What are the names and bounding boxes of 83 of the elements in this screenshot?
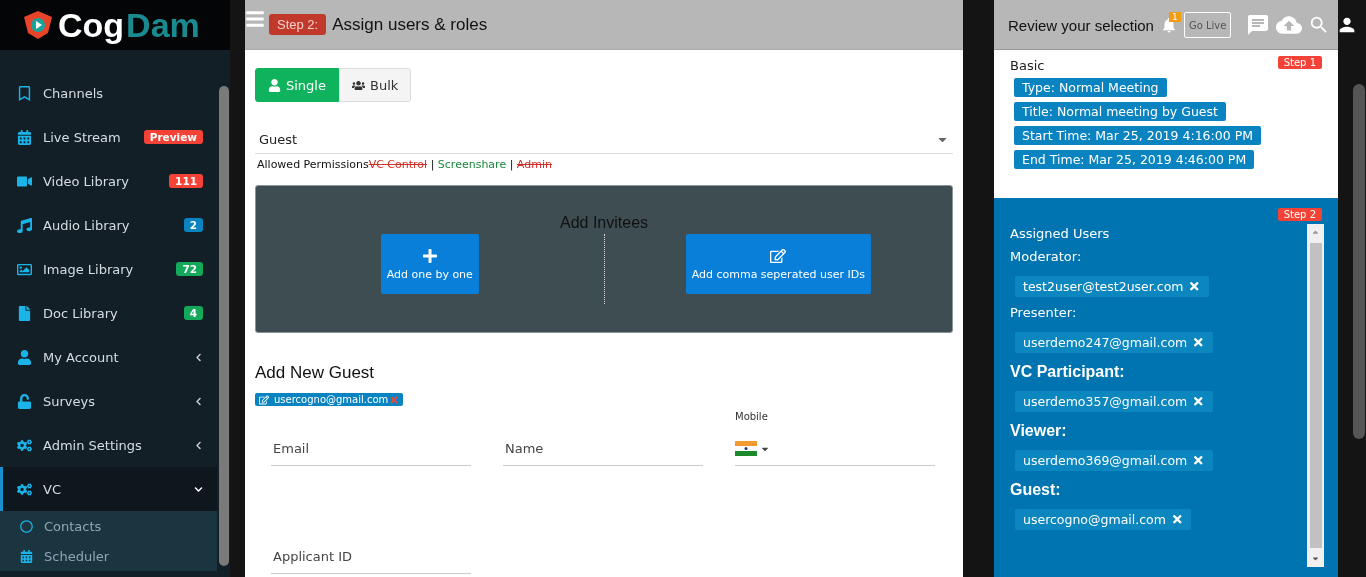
role-label: Guest: <box>1010 481 1062 499</box>
form-title: Add New Guest <box>255 363 376 383</box>
submenu-item[interactable]: Scheduler <box>0 541 217 571</box>
count-badge: 4 <box>183 306 203 320</box>
notification-badge: 1 <box>1168 12 1181 22</box>
scrollbar[interactable] <box>1307 224 1324 567</box>
logo: CogDam <box>20 5 200 45</box>
go-live-button[interactable]: Go Live <box>1183 12 1232 38</box>
count-badge: 2 <box>183 218 203 232</box>
summary-tag: Title: Normal meeting by Guest <box>1014 102 1226 121</box>
chevron-down-icon <box>194 484 203 494</box>
submenu-item[interactable]: Contacts <box>0 511 217 541</box>
calendar-icon <box>17 129 32 145</box>
step-badge: Step 1 <box>1277 56 1322 69</box>
scroll-up-icon[interactable] <box>1311 228 1320 237</box>
role-label: VC Participant: <box>1010 363 1126 381</box>
sidebar-item[interactable]: Audio Library 2 <box>0 203 217 247</box>
chevron-left-icon <box>194 440 203 450</box>
remove-icon[interactable] <box>1192 395 1205 408</box>
section-title: Basic <box>1010 58 1045 73</box>
section-title: Assigned Users <box>1010 226 1110 241</box>
search-icon[interactable] <box>1308 14 1330 36</box>
step-badge: Step 2 <box>1277 208 1322 221</box>
count-badge: 111 <box>169 174 203 188</box>
menu-icon[interactable] <box>245 8 265 29</box>
chat-icon[interactable] <box>1246 13 1270 37</box>
user-chip[interactable]: userdemo247@gmail.com <box>1015 332 1213 353</box>
unlock-icon <box>17 393 32 409</box>
edit-icon <box>770 247 787 264</box>
remove-icon[interactable] <box>1192 454 1205 467</box>
user-chip[interactable]: test2user@test2user.com <box>1015 276 1209 297</box>
review-title: Review your selection <box>1008 16 1154 34</box>
dialog-title: Assign users & roles <box>332 14 488 35</box>
calendar-icon <box>20 549 33 563</box>
role-label: Moderator: <box>1010 249 1083 264</box>
summary-tag: Start Time: Mar 25, 2019 4:16:00 PM <box>1014 126 1261 145</box>
sidebar-item[interactable]: Video Library 111 <box>0 159 217 203</box>
scrollbar[interactable] <box>1353 84 1365 439</box>
sidebar-item[interactable]: Channels <box>0 71 217 115</box>
summary-tag: End Time: Mar 25, 2019 4:46:00 PM <box>1014 150 1255 169</box>
role-label: Presenter: <box>1010 305 1078 320</box>
sidebar-item[interactable]: Image Library 72 <box>0 247 217 291</box>
role-label: Viewer: <box>1010 422 1068 440</box>
scroll-down-icon[interactable] <box>1311 554 1320 563</box>
sidebar-item[interactable]: VC <box>0 467 217 511</box>
chevron-left-icon <box>194 396 203 406</box>
remove-icon[interactable] <box>1192 336 1205 349</box>
sidebar-item[interactable]: Live Stream Preview <box>0 115 217 159</box>
sidebar-item[interactable]: Doc Library 4 <box>0 291 217 335</box>
remove-icon[interactable] <box>1188 280 1201 293</box>
scrollbar[interactable] <box>219 86 229 566</box>
bookmark-icon <box>17 85 32 101</box>
edit-icon <box>259 394 269 405</box>
add-invitee-button[interactable]: Add one by one <box>380 234 479 294</box>
sidebar-item[interactable]: My Account <box>0 335 217 379</box>
add-invitee-button[interactable]: Add comma seperated user IDs <box>685 234 871 294</box>
flag-icon <box>735 441 757 456</box>
music-note-icon <box>17 217 32 233</box>
sidebar-item[interactable]: Surveys <box>0 379 217 423</box>
summary-tag: Type: Normal Meeting <box>1014 78 1167 97</box>
plus-icon <box>421 247 438 264</box>
email-chip[interactable]: usercogno@gmail.com <box>255 393 404 406</box>
image-icon <box>17 261 32 277</box>
users-icon <box>351 78 365 92</box>
gears-icon <box>17 437 32 453</box>
user-icon <box>17 349 32 365</box>
user-chip[interactable]: userdemo357@gmail.com <box>1015 391 1213 412</box>
sidebar-item[interactable]: Admin Settings <box>0 423 217 467</box>
user-icon <box>268 78 281 92</box>
step-badge: Step 2: <box>269 14 327 35</box>
mode-tab[interactable]: Bulk <box>338 68 412 102</box>
remove-icon[interactable] <box>1170 513 1184 526</box>
role-dropdown[interactable]: Guest <box>255 126 953 154</box>
field-label: Mobile <box>735 411 769 422</box>
user-chip[interactable]: userdemo369@gmail.com <box>1015 450 1213 471</box>
user-chip[interactable]: usercogno@gmail.com <box>1015 509 1192 530</box>
permissions-text: Allowed PermissionsVC Control | Screenshare | Admin <box>256 158 553 171</box>
panel-title: Add Invitees <box>559 214 649 232</box>
chevron-left-icon <box>194 352 203 362</box>
count-badge: 72 <box>176 262 203 276</box>
document-icon <box>17 305 32 321</box>
gears-icon <box>17 481 32 497</box>
count-badge: Preview <box>143 130 203 144</box>
